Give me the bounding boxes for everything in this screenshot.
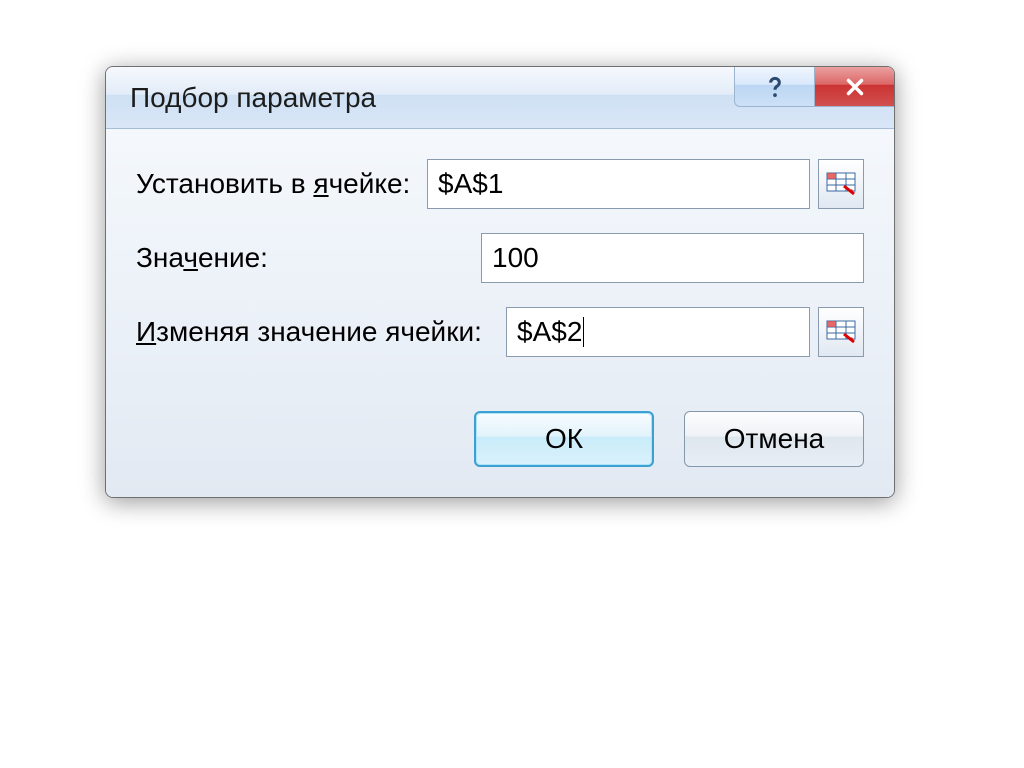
set-cell-input-wrap xyxy=(427,159,864,209)
titlebar[interactable]: Подбор параметра xyxy=(106,67,894,129)
changing-cell-input[interactable]: $A$2 xyxy=(506,307,810,357)
to-value-input[interactable] xyxy=(481,233,864,283)
to-value-row: Значение: xyxy=(136,233,864,283)
dialog-title: Подбор параметра xyxy=(130,82,376,114)
collapse-dialog-icon xyxy=(826,320,856,344)
changing-cell-row: Изменяя значение ячейки: $A$2 xyxy=(136,307,864,357)
dialog-body: Установить в ячейке: xyxy=(106,129,894,391)
changing-cell-ref-button[interactable] xyxy=(818,307,864,357)
help-button[interactable] xyxy=(734,67,814,107)
ok-button-label: ОК xyxy=(545,423,583,455)
close-button[interactable] xyxy=(814,67,894,107)
close-icon xyxy=(842,74,868,100)
to-value-label: Значение: xyxy=(136,242,481,274)
collapse-dialog-icon xyxy=(826,172,856,196)
changing-cell-label: Изменяя значение ячейки: xyxy=(136,316,506,348)
cancel-button[interactable]: Отмена xyxy=(684,411,864,467)
set-cell-input[interactable] xyxy=(427,159,810,209)
set-cell-row: Установить в ячейке: xyxy=(136,159,864,209)
dialog-footer: ОК Отмена xyxy=(106,391,894,497)
cancel-button-label: Отмена xyxy=(724,423,824,455)
set-cell-label: Установить в ячейке: xyxy=(136,168,427,200)
titlebar-controls xyxy=(734,67,894,107)
goal-seek-dialog: Подбор параметра Установить в ячейке: xyxy=(105,66,895,498)
to-value-input-wrap xyxy=(481,233,864,283)
text-cursor xyxy=(583,317,584,347)
ok-button[interactable]: ОК xyxy=(474,411,654,467)
help-icon xyxy=(762,74,788,100)
set-cell-ref-button[interactable] xyxy=(818,159,864,209)
changing-cell-input-wrap: $A$2 xyxy=(506,307,864,357)
